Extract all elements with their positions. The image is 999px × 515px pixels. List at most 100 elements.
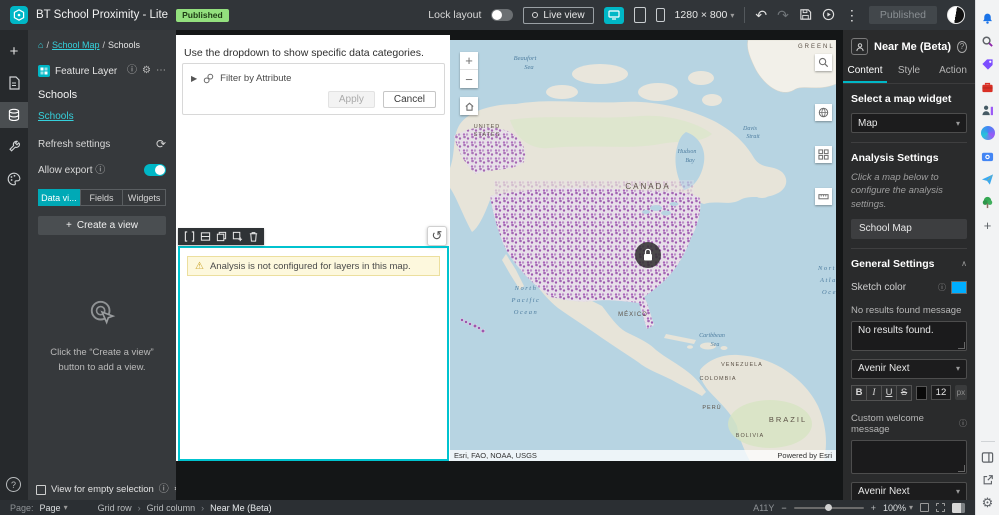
info-icon[interactable]: ⓘ — [959, 418, 967, 429]
map-search-button[interactable] — [815, 54, 832, 71]
tab-content[interactable]: Content — [843, 61, 887, 83]
notifications-bell-icon[interactable] — [980, 10, 996, 26]
desktop-view-button[interactable] — [603, 6, 624, 24]
school-map-button[interactable]: School Map — [851, 218, 967, 239]
font-color-swatch[interactable] — [916, 385, 928, 400]
info-icon[interactable]: ⓘ — [938, 282, 946, 293]
tablet-view-button[interactable] — [633, 7, 646, 23]
home-icon[interactable]: ⌂ — [38, 40, 43, 50]
zoom-out-icon[interactable]: − — [781, 503, 786, 513]
zoom-in-button[interactable]: + — [460, 52, 478, 70]
refresh-icon[interactable]: ⟳ — [156, 138, 166, 150]
theme-panel-button[interactable] — [0, 166, 28, 192]
bold-button[interactable]: B — [851, 384, 867, 401]
font-family-dropdown[interactable]: Avenir Next ▾ — [851, 481, 967, 500]
map-basemap-gallery-button[interactable] — [815, 146, 832, 163]
search-extension-icon[interactable] — [980, 33, 996, 49]
map-widget[interactable]: Beaufort Sea GREENL Davis Strait UNITED … — [450, 40, 836, 461]
map-lock-button[interactable] — [635, 242, 661, 268]
info-icon[interactable]: ⓘ — [127, 66, 137, 76]
zoom-out-button[interactable]: − — [460, 70, 478, 88]
lock-layout-toggle[interactable] — [491, 9, 514, 21]
redo-button[interactable]: ↷ — [777, 8, 789, 22]
page-selector[interactable]: Page ▾ — [40, 503, 68, 513]
reading-list-panel-icon[interactable] — [980, 449, 996, 465]
layer-source-link[interactable]: Schools — [38, 111, 74, 122]
duplicate-icon[interactable] — [216, 231, 227, 242]
collapse-icon[interactable]: ∧ — [961, 259, 967, 268]
sidebar-settings-gear-icon[interactable]: ⚙ — [980, 495, 996, 511]
camera-extension-icon[interactable] — [980, 148, 996, 164]
preview-button[interactable] — [822, 8, 835, 23]
cancel-button[interactable]: Cancel — [382, 91, 436, 108]
select-parent-icon[interactable] — [184, 231, 195, 242]
tab-action[interactable]: Action — [931, 61, 975, 83]
reset-button[interactable]: ↺ — [427, 226, 447, 246]
copy-add-icon[interactable] — [232, 231, 243, 242]
view-empty-selection-checkbox[interactable] — [36, 484, 46, 495]
tag-extension-icon[interactable] — [980, 56, 996, 72]
paper-plane-extension-icon[interactable] — [980, 171, 996, 187]
canvas-zoom-value[interactable]: 100% ▾ — [883, 503, 913, 513]
more-options-icon[interactable]: ⋯ — [156, 66, 166, 76]
caret-right-icon[interactable]: ▶ — [191, 74, 197, 83]
sketch-color-swatch[interactable] — [951, 280, 967, 294]
info-icon[interactable]: ⓘ — [159, 484, 169, 495]
map-widget-dropdown[interactable]: Map ▾ — [851, 113, 967, 133]
slider-knob[interactable] — [825, 504, 833, 511]
fit-to-width-icon[interactable] — [936, 503, 945, 512]
insert-widget-button[interactable]: + — [0, 38, 28, 64]
gear-icon[interactable]: ⚙ — [142, 66, 151, 76]
data-panel-button[interactable] — [0, 102, 28, 128]
screen-size-dropdown[interactable]: 1280 × 800 ▾ — [675, 9, 735, 21]
near-me-widget-panel[interactable]: Use the dropdown to show specific data c… — [176, 35, 450, 461]
tab-style[interactable]: Style — [887, 61, 931, 83]
tab-data-views[interactable]: Data vi... — [38, 189, 80, 206]
tree-extension-icon[interactable] — [980, 194, 996, 210]
info-icon[interactable]: ⓘ — [95, 165, 105, 176]
strikethrough-button[interactable]: S — [896, 384, 912, 401]
delete-icon[interactable] — [248, 231, 259, 242]
profile-extension-icon[interactable] — [980, 102, 996, 118]
phone-view-button[interactable] — [655, 8, 665, 22]
help-button[interactable]: ? — [6, 477, 21, 492]
undo-button[interactable]: ↶ — [755, 8, 767, 22]
custom-welcome-message-input[interactable] — [851, 439, 967, 474]
selected-near-me-widget[interactable]: ⚠ Analysis is not configured for layers … — [178, 246, 449, 461]
italic-button[interactable]: I — [866, 384, 882, 401]
font-size-input[interactable]: 12 — [931, 385, 951, 401]
tools-panel-button[interactable] — [0, 134, 28, 160]
create-view-button[interactable]: + Create a view — [38, 216, 166, 235]
a11y-label[interactable]: A11Y — [753, 503, 774, 513]
help-icon[interactable]: ? — [957, 40, 967, 53]
user-avatar[interactable] — [947, 6, 965, 24]
app-logo-icon[interactable] — [10, 6, 28, 24]
font-family-dropdown[interactable]: Avenir Next ▾ — [851, 358, 967, 379]
briefcase-extension-icon[interactable] — [980, 79, 996, 95]
add-extension-button[interactable]: + — [980, 217, 996, 233]
assistant-swirl-icon[interactable] — [980, 125, 996, 141]
toggle-panel-icon[interactable] — [952, 502, 965, 513]
publish-button[interactable]: Published — [868, 6, 937, 24]
map-measure-button[interactable] — [815, 188, 832, 205]
page-panel-button[interactable] — [0, 70, 28, 96]
map-home-button[interactable] — [460, 97, 478, 115]
map-layers-button[interactable] — [815, 104, 832, 121]
tab-widgets[interactable]: Widgets — [123, 189, 167, 206]
no-results-message-input[interactable]: No results found. — [851, 320, 967, 351]
underline-button[interactable]: U — [881, 384, 897, 401]
canvas-zoom-slider[interactable] — [793, 504, 864, 511]
split-icon[interactable] — [200, 231, 211, 242]
zoom-in-icon[interactable]: + — [871, 503, 876, 513]
allow-export-toggle[interactable] — [144, 164, 166, 176]
crumb-grid-row[interactable]: Grid row — [98, 503, 132, 513]
apply-button[interactable]: Apply — [327, 91, 375, 108]
fit-to-screen-icon[interactable] — [920, 503, 929, 512]
crumb-grid-column[interactable]: Grid column — [147, 503, 196, 513]
tab-fields[interactable]: Fields — [79, 189, 124, 206]
save-button[interactable] — [799, 8, 812, 23]
live-view-button[interactable]: Live view — [523, 6, 594, 24]
crumb-near-me[interactable]: Near Me (Beta) — [210, 503, 272, 513]
more-menu-button[interactable]: ⋮ — [845, 8, 859, 22]
breadcrumb-school-map-link[interactable]: School Map — [52, 40, 100, 50]
